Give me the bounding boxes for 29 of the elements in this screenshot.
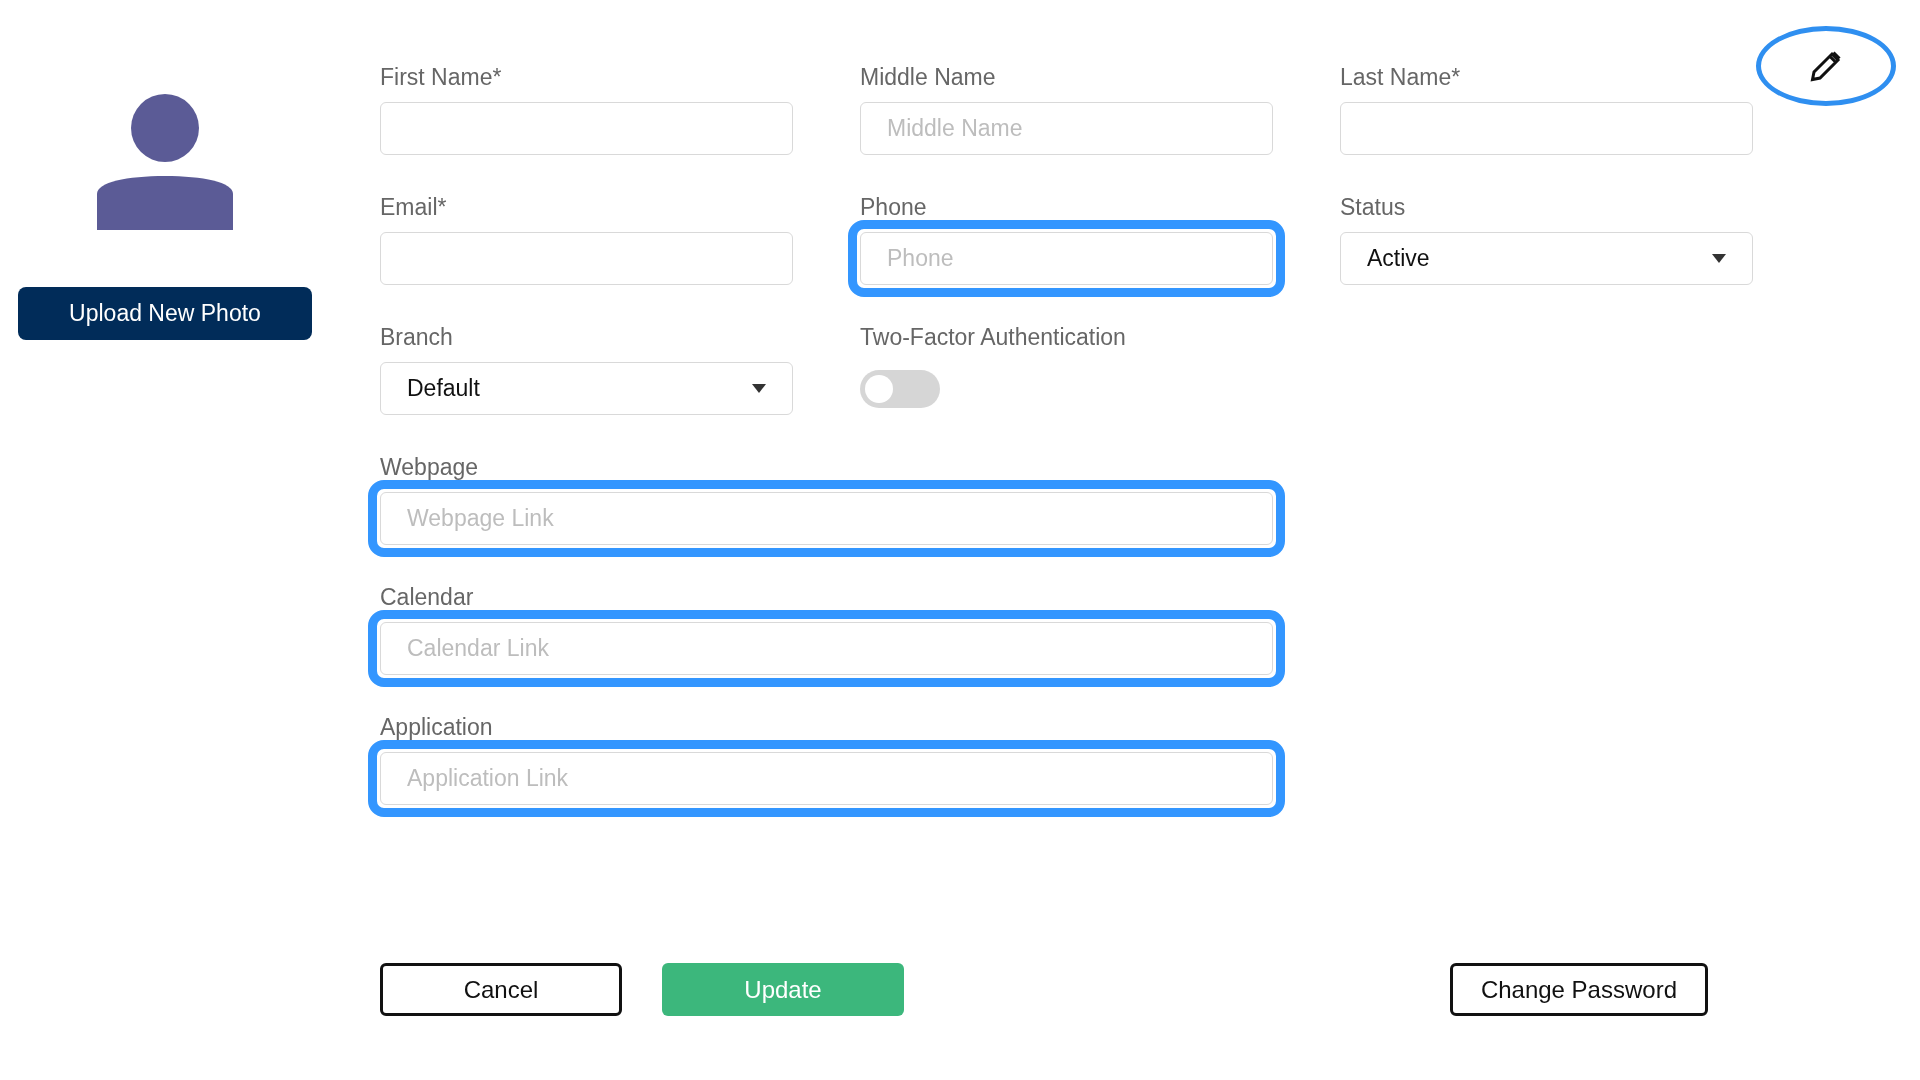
caret-icon — [752, 384, 766, 393]
change-password-button[interactable]: Change Password — [1449, 963, 1708, 1016]
text-field[interactable]: Application Link — [380, 752, 1273, 805]
field-label: Branch — [380, 323, 454, 352]
toggle-switch[interactable] — [860, 369, 940, 408]
text-field[interactable] — [1340, 102, 1753, 155]
edit-button[interactable] — [1756, 26, 1896, 106]
text-field[interactable]: Phone — [860, 232, 1273, 285]
select-field[interactable]: Active — [1340, 232, 1753, 285]
caret-icon — [1712, 254, 1726, 263]
field-label: Two-Factor Authentication — [860, 323, 1127, 352]
field-label: Last Name* — [1340, 63, 1462, 92]
field-label: Email* — [380, 193, 448, 222]
field-label: Webpage — [380, 453, 480, 482]
field-label: Status — [1340, 193, 1407, 222]
cancel-button[interactable]: Cancel — [380, 963, 622, 1016]
text-field[interactable] — [380, 102, 793, 155]
upload-photo-button[interactable]: Upload New Photo — [18, 287, 312, 340]
text-field[interactable] — [380, 232, 793, 285]
text-field[interactable]: Calendar Link — [380, 622, 1273, 675]
text-field[interactable]: Middle Name — [860, 102, 1273, 155]
field-label: Middle Name — [860, 63, 997, 92]
field-label: Phone — [860, 193, 928, 222]
field-label: Application — [380, 713, 494, 742]
text-field[interactable]: Webpage Link — [380, 492, 1273, 545]
select-field[interactable]: Default — [380, 362, 793, 415]
field-label: Calendar — [380, 583, 475, 612]
avatar-silhouette-icon — [97, 94, 233, 230]
field-label: First Name* — [380, 63, 503, 92]
